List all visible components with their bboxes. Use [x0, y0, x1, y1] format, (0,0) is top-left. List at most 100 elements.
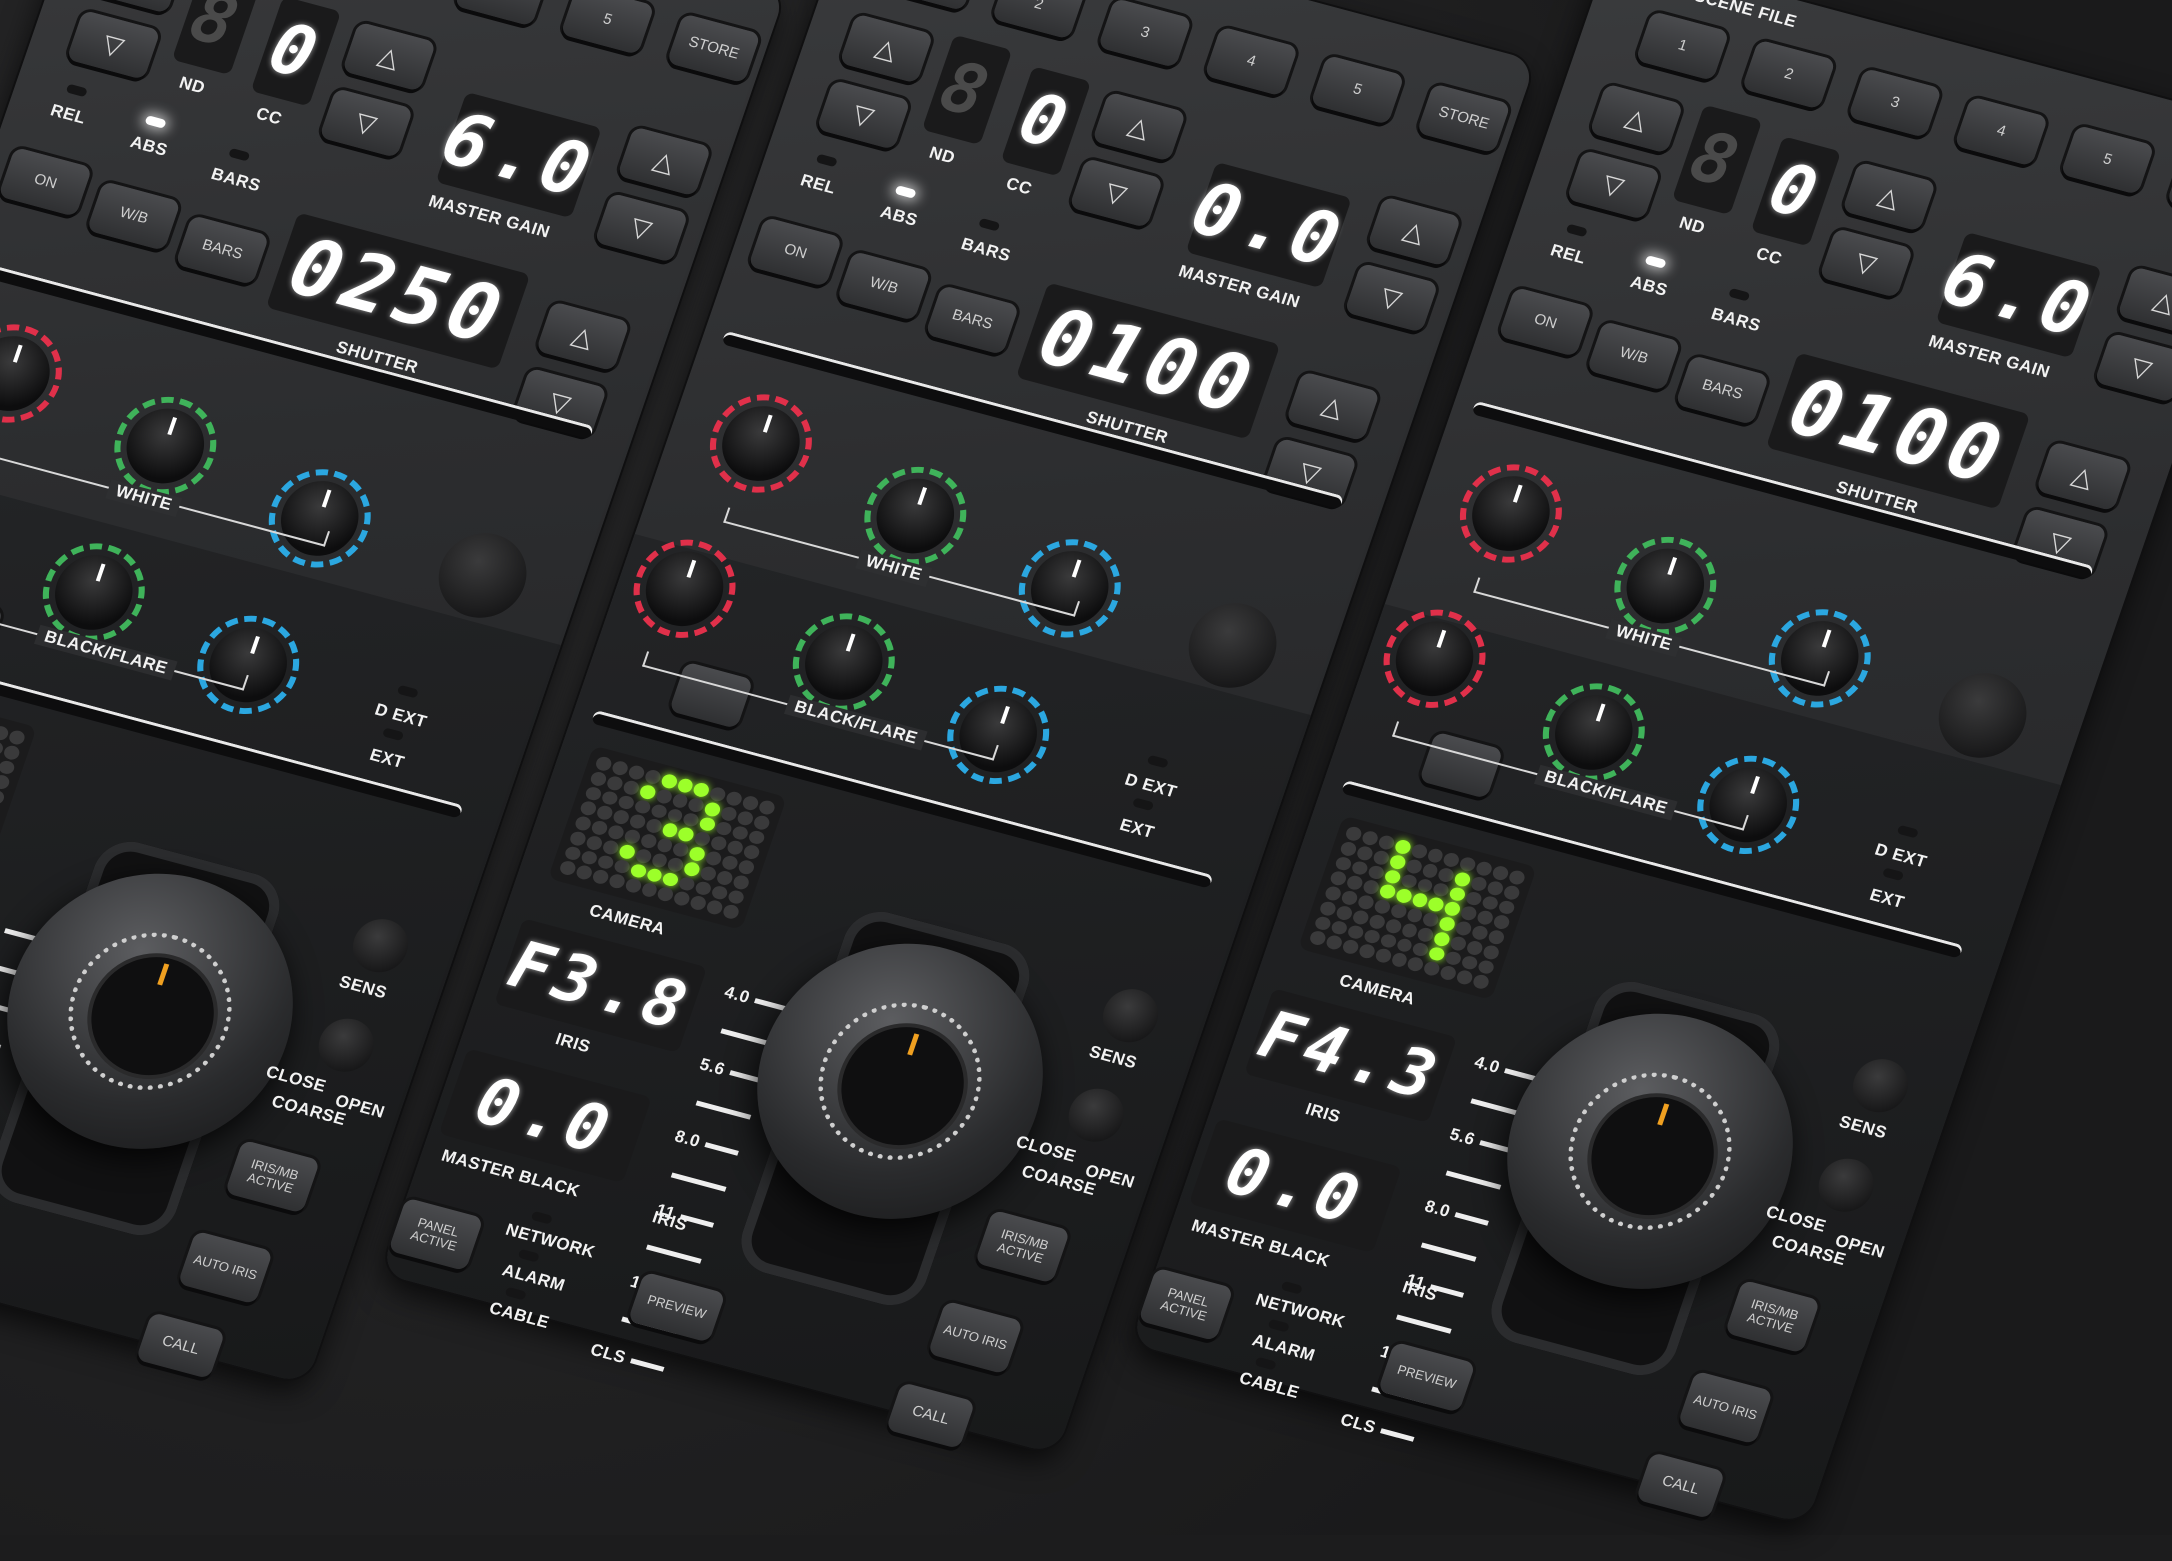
matrix-led-dot [1334, 904, 1354, 922]
matrix-led-dot [645, 866, 664, 884]
bars-button[interactable]: BARS [925, 285, 1020, 356]
scene-file-5-button[interactable]: 5 [2060, 124, 2155, 195]
iris-scale-tick-label: 8.0 [1422, 1196, 1453, 1222]
scene-file-1-button[interactable]: 1 [885, 0, 980, 12]
scene-file-4-button[interactable]: 4 [1954, 96, 2049, 167]
master-gain-down-button[interactable]: ▽ [2094, 332, 2172, 403]
nd-down-button[interactable]: ▽ [66, 9, 161, 80]
triangle-up-icon: △ [649, 144, 679, 178]
nd-down-button[interactable]: ▽ [1566, 149, 1661, 220]
on-button[interactable]: ON [1498, 286, 1593, 357]
rel-led [1565, 223, 1588, 238]
abs-led [1644, 255, 1667, 269]
matrix-led-dot [633, 847, 653, 865]
scene-file-3-button[interactable]: 3 [1097, 0, 1193, 68]
matrix-led-dot [568, 829, 588, 847]
white-red-knob[interactable] [0, 313, 76, 434]
scene-file-4-button[interactable]: 4 [454, 0, 549, 27]
matrix-led-dot [607, 872, 627, 890]
scene-file-4-button[interactable]: 4 [1204, 26, 1299, 97]
bars-button[interactable]: BARS [1675, 355, 1770, 426]
shutter-up-button[interactable]: △ [1285, 371, 1381, 442]
cc-up-button[interactable]: △ [1841, 161, 1937, 232]
nd-up-button[interactable]: △ [89, 0, 184, 14]
matrix-led-dot [1360, 829, 1380, 847]
master-pedestal-knob[interactable] [1927, 663, 2039, 768]
matrix-led-dot [1373, 947, 1393, 965]
triangle-up-icon: △ [1399, 214, 1429, 248]
bars-led [228, 147, 251, 162]
scene-file-1-button[interactable]: 1 [1635, 11, 1730, 82]
store-button[interactable]: STORE [666, 13, 761, 84]
triangle-up-icon: △ [374, 39, 404, 74]
scene-file-2-button[interactable]: 2 [1741, 39, 1836, 110]
matrix-led-dot [2, 743, 22, 761]
on-button[interactable]: ON [748, 216, 843, 287]
matrix-led-dot [704, 849, 724, 867]
iris-scale-tick-label: 4.0 [721, 982, 753, 1007]
matrix-led-dot [1388, 853, 1407, 871]
nd-up-button[interactable]: △ [839, 13, 934, 84]
cc-down-button[interactable]: ▽ [1069, 157, 1164, 228]
scene-file-3-button[interactable]: 3 [1847, 67, 1943, 138]
master-gain-up-button[interactable]: △ [1367, 196, 1462, 267]
matrix-led-dot [731, 873, 751, 891]
cc-down-button[interactable]: ▽ [319, 87, 414, 158]
matrix-led-dot [1448, 885, 1468, 903]
matrix-led-dot [1449, 934, 1469, 952]
master-gain-down-button[interactable]: ▽ [594, 192, 689, 263]
matrix-led-dot [589, 770, 608, 788]
master-gain-up-button[interactable]: △ [617, 126, 712, 197]
bars-button[interactable]: BARS [175, 215, 270, 286]
matrix-led-dot [665, 806, 685, 824]
matrix-led-dot [682, 860, 702, 878]
scene-file-5-button[interactable]: 5 [1310, 54, 1405, 125]
shutter-up-button[interactable]: △ [2035, 441, 2131, 512]
matrix-led-dot [1475, 909, 1495, 927]
matrix-led-dot [710, 884, 730, 902]
white-balance-button[interactable]: W/B [836, 250, 931, 321]
on-button[interactable]: ON [0, 146, 93, 217]
store-button[interactable]: STORE [2166, 153, 2172, 224]
matrix-led-dot [1313, 914, 1333, 932]
white-red-knob[interactable] [696, 383, 826, 504]
nd-display: 8 [171, 0, 263, 76]
white-balance-button[interactable]: W/B [86, 180, 181, 251]
matrix-led-dot [1416, 926, 1436, 943]
master-gain-up-button[interactable]: △ [2117, 266, 2172, 337]
white-red-knob[interactable] [1446, 453, 1576, 574]
shutter-up-button[interactable]: △ [535, 301, 631, 372]
matrix-led-dot [617, 842, 637, 860]
cc-up-button[interactable]: △ [341, 21, 437, 92]
store-button[interactable]: STORE [1416, 83, 1511, 154]
matrix-led-dot [1487, 928, 1506, 946]
matrix-led-dot [1443, 900, 1463, 918]
matrix-led-dot [1460, 954, 1480, 972]
iris-scale-tick [630, 1357, 665, 1372]
scene-file-5-button[interactable]: 5 [560, 0, 655, 55]
matrix-led-dot [1324, 934, 1344, 951]
matrix-led-dot [1393, 838, 1413, 856]
matrix-led-dot [692, 781, 712, 799]
master-gain-down-button[interactable]: ▽ [1344, 262, 1439, 333]
cc-down-button[interactable]: ▽ [1819, 227, 1914, 298]
nd-up-button[interactable]: △ [1589, 83, 1684, 154]
cc-display: 0 [250, 0, 342, 107]
matrix-led-dot [1382, 868, 1402, 886]
master-pedestal-knob[interactable] [427, 523, 539, 628]
matrix-led-dot [1507, 868, 1527, 886]
white-balance-button[interactable]: W/B [1586, 320, 1681, 391]
triangle-down-icon: ▽ [1851, 245, 1881, 280]
matrix-led-dot [639, 832, 658, 850]
matrix-led-dot [0, 788, 6, 806]
matrix-led-dot [709, 834, 729, 852]
master-pedestal-knob[interactable] [1177, 593, 1289, 698]
matrix-led-dot [573, 814, 593, 832]
cc-up-button[interactable]: △ [1091, 91, 1187, 162]
matrix-led-dot [1425, 847, 1445, 864]
rel-led [815, 153, 838, 168]
scene-file-2-button[interactable]: 2 [991, 0, 1086, 40]
matrix-led-dot [1356, 893, 1376, 911]
matrix-led-dot [649, 802, 669, 820]
nd-down-button[interactable]: ▽ [816, 79, 911, 150]
